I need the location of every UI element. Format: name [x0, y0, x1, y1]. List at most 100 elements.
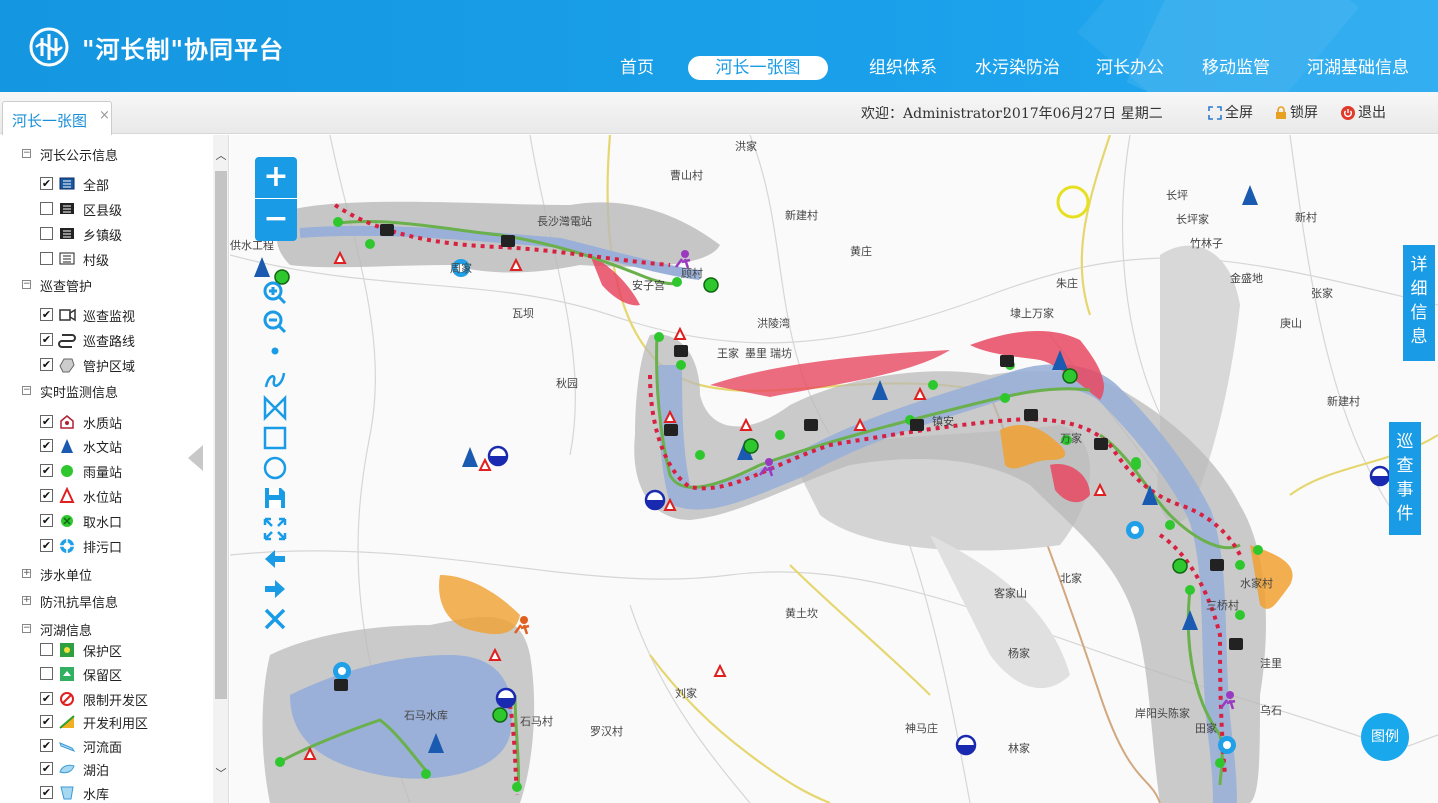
- tab-river-map[interactable]: 河长一张图 ×: [2, 101, 112, 135]
- place-label: 洼里: [1260, 657, 1282, 670]
- place-label: 瑞坊: [770, 347, 792, 360]
- expand-icon[interactable]: +: [22, 569, 31, 578]
- logout-button[interactable]: 退出: [1341, 102, 1386, 122]
- checkbox[interactable]: ✔: [40, 739, 53, 752]
- checkbox[interactable]: ✔: [40, 464, 53, 477]
- place-label: 乌石: [1260, 704, 1282, 717]
- main-nav: 首页 河长一张图 组织体系 水污染防治 河长办公 移动监管 河湖基础信息: [0, 56, 1438, 82]
- lock-button[interactable]: 锁屏: [1275, 102, 1318, 122]
- line-tool-icon[interactable]: [262, 365, 288, 391]
- scroll-up-icon[interactable]: ︿: [215, 149, 227, 163]
- nav-pollution[interactable]: 水污染防治: [975, 56, 1060, 80]
- outlet-icon: [60, 539, 74, 553]
- polygon-tool-icon[interactable]: [262, 395, 288, 421]
- place-label: 庚山: [1280, 317, 1302, 330]
- place-label: 新建村: [1327, 395, 1360, 408]
- zoom-in-button[interactable]: +: [255, 157, 297, 199]
- place-label: 三桥村: [1206, 599, 1239, 612]
- checkbox[interactable]: ✔: [40, 439, 53, 452]
- place-label: 周家: [450, 262, 472, 275]
- map-view[interactable]: 洪家 曹山村 新建村 長沙灣電站 供水工程 周家 顾村 安子宫 长坪 长坪家 竹…: [230, 135, 1438, 803]
- clear-icon[interactable]: [262, 606, 288, 632]
- water-level-icon: [59, 487, 75, 503]
- detail-info-tab[interactable]: 详细信息: [1403, 245, 1435, 361]
- nav-home[interactable]: 首页: [620, 56, 654, 80]
- checkbox[interactable]: ✔: [40, 177, 53, 190]
- checkbox[interactable]: ✔: [40, 489, 53, 502]
- checkbox[interactable]: ✔: [40, 539, 53, 552]
- place-label: 埭上万家: [1010, 307, 1054, 320]
- reservoir-icon: [60, 786, 74, 800]
- nav-mobile[interactable]: 移动监管: [1202, 56, 1270, 80]
- nav-basic-info[interactable]: 河湖基础信息: [1307, 56, 1409, 80]
- place-label: 长坪: [1166, 189, 1188, 202]
- checkbox[interactable]: ✔: [40, 514, 53, 527]
- place-label: 张家: [1311, 287, 1333, 300]
- nav-organization[interactable]: 组织体系: [869, 56, 937, 80]
- welcome-text: 欢迎：Administrator!: [861, 106, 1008, 122]
- tab-close-icon[interactable]: ×: [99, 108, 110, 123]
- camera-icon: [59, 308, 76, 322]
- back-arrow-icon[interactable]: [262, 546, 288, 572]
- forward-arrow-icon[interactable]: [262, 576, 288, 602]
- expand-icon[interactable]: +: [22, 596, 31, 605]
- zoom-in-tool-icon[interactable]: [262, 280, 288, 306]
- checkbox[interactable]: ✔: [40, 692, 53, 705]
- checkbox[interactable]: [40, 667, 53, 680]
- place-label: 黄庄: [850, 245, 872, 258]
- reserve-zone-icon: [60, 667, 74, 681]
- collapse-sidebar-icon[interactable]: [188, 445, 203, 471]
- app-root: "河长制"协同平台 首页 河长一张图 组织体系 水污染防治 河长办公 移动监管 …: [0, 0, 1438, 803]
- place-label: 刘家: [675, 687, 697, 700]
- place-label: 石马水库: [404, 709, 448, 722]
- place-label: 镇安: [932, 415, 954, 428]
- patrol-event-tab[interactable]: 巡查事件: [1389, 422, 1421, 535]
- sidebar-scrollbar[interactable]: ︿ ﹀: [213, 135, 228, 803]
- collapse-icon[interactable]: −: [22, 280, 31, 289]
- place-label: 神马庄: [905, 722, 938, 735]
- scroll-thumb[interactable]: [215, 171, 227, 699]
- place-label: 客家山: [994, 587, 1027, 600]
- checkbox[interactable]: ✔: [40, 333, 53, 346]
- checkbox[interactable]: ✔: [40, 308, 53, 321]
- place-label: 曹山村: [670, 169, 703, 182]
- nav-office[interactable]: 河长办公: [1096, 56, 1164, 80]
- checkbox[interactable]: [40, 643, 53, 656]
- river-surface-icon: [59, 742, 76, 753]
- intake-icon: [61, 515, 73, 527]
- collapse-icon[interactable]: −: [22, 624, 31, 633]
- place-label: 瓦坝: [512, 307, 534, 320]
- logout-label: 退出: [1358, 105, 1386, 121]
- point-tool-icon[interactable]: [262, 338, 288, 364]
- nav-river-map[interactable]: 河长一张图: [688, 56, 828, 80]
- checkbox[interactable]: [40, 252, 53, 265]
- date-text: 2017年06月27日 星期二: [1003, 106, 1163, 122]
- full-extent-icon[interactable]: [262, 516, 288, 542]
- legend-button[interactable]: 图例: [1361, 713, 1409, 761]
- zoom-out-tool-icon[interactable]: [262, 309, 288, 335]
- place-label: 罗汉村: [590, 725, 623, 738]
- protect-zone-icon: [60, 643, 74, 657]
- place-label: 王家: [717, 347, 739, 360]
- save-icon[interactable]: [262, 485, 288, 511]
- tab-label: 河长一张图: [12, 112, 88, 130]
- place-label: 洪家: [735, 140, 757, 153]
- checkbox[interactable]: ✔: [40, 415, 53, 428]
- checkbox[interactable]: [40, 227, 53, 240]
- zoom-out-button[interactable]: −: [255, 199, 297, 241]
- checkbox[interactable]: ✔: [40, 762, 53, 775]
- collapse-icon[interactable]: −: [22, 386, 31, 395]
- place-label: 黄土坎: [785, 607, 818, 620]
- route-icon: [58, 334, 76, 348]
- scroll-down-icon[interactable]: ﹀: [215, 767, 227, 781]
- fullscreen-button[interactable]: 全屏: [1208, 102, 1253, 122]
- checkbox[interactable]: [40, 202, 53, 215]
- rectangle-tool-icon[interactable]: [262, 425, 288, 451]
- checkbox[interactable]: ✔: [40, 715, 53, 728]
- circle-tool-icon[interactable]: [262, 455, 288, 481]
- checkbox[interactable]: ✔: [40, 358, 53, 371]
- place-label: 長沙灣電站: [537, 215, 592, 228]
- collapse-icon[interactable]: −: [22, 149, 31, 158]
- checkbox[interactable]: ✔: [40, 786, 53, 799]
- place-label: 石马村: [520, 715, 553, 728]
